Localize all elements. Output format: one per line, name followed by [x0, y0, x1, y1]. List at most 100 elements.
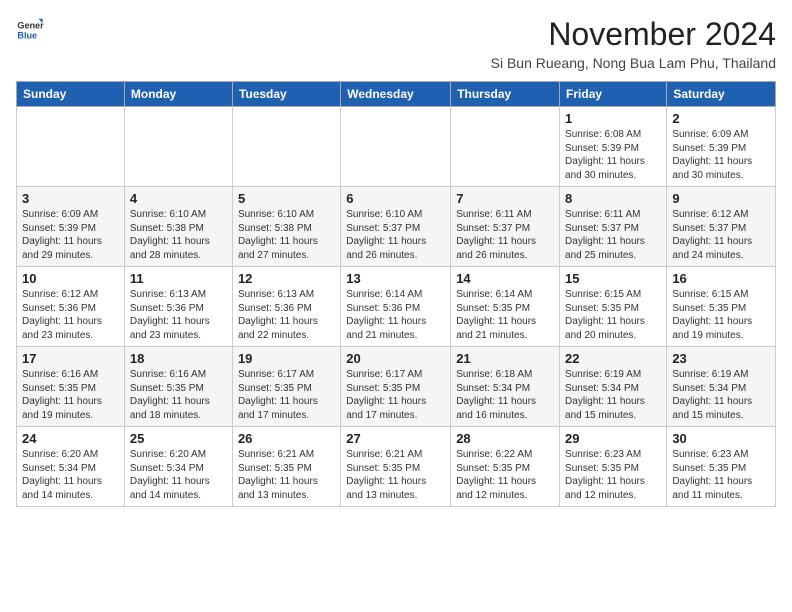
day-info: Sunrise: 6:16 AMSunset: 5:35 PMDaylight:… — [130, 368, 227, 422]
day-info: Sunrise: 6:11 AMSunset: 5:37 PMDaylight:… — [565, 208, 661, 262]
day-number: 1 — [565, 111, 661, 126]
calendar-day-cell: 8 Sunrise: 6:11 AMSunset: 5:37 PMDaylight… — [560, 187, 667, 267]
day-number: 6 — [346, 191, 445, 206]
calendar-day-cell: 4Sunrise: 6:10 AMSunset: 5:38 PMDaylight… — [124, 187, 232, 267]
calendar-day-cell — [124, 107, 232, 187]
day-info: Sunrise: 6:21 AMSunset: 5:35 PMDaylight:… — [238, 448, 335, 502]
calendar-day-cell: 6 Sunrise: 6:10 AMSunset: 5:37 PMDaylight… — [341, 187, 451, 267]
day-number: 27 — [346, 431, 445, 446]
calendar-week-row: 3 Sunrise: 6:09 AMSunset: 5:39 PMDaylight… — [17, 187, 776, 267]
day-info: Sunrise: 6:22 AMSunset: 5:35 PMDaylight:… — [456, 448, 554, 502]
day-of-week-header: Friday — [560, 82, 667, 107]
calendar-day-cell: 1 Sunrise: 6:08 AMSunset: 5:39 PMDaylight… — [560, 107, 667, 187]
calendar-day-cell: 20Sunrise: 6:17 AMSunset: 5:35 PMDayligh… — [341, 347, 451, 427]
calendar-day-cell: 23 Sunrise: 6:19 AMSunset: 5:34 PMDayligh… — [667, 347, 776, 427]
svg-text:General: General — [17, 21, 44, 31]
day-number: 30 — [672, 431, 770, 446]
day-info: Sunrise: 6:21 AMSunset: 5:35 PMDaylight:… — [346, 448, 445, 502]
calendar-day-cell: 19 Sunrise: 6:17 AMSunset: 5:35 PMDayligh… — [232, 347, 340, 427]
day-number: 21 — [456, 351, 554, 366]
calendar-header-row: SundayMondayTuesdayWednesdayThursdayFrid… — [17, 82, 776, 107]
calendar-day-cell: 13 Sunrise: 6:14 AMSunset: 5:36 PMDayligh… — [341, 267, 451, 347]
day-number: 12 — [238, 271, 335, 286]
calendar-day-cell: 22 Sunrise: 6:19 AMSunset: 5:34 PMDayligh… — [560, 347, 667, 427]
calendar-day-cell: 21 Sunrise: 6:18 AMSunset: 5:34 PMDayligh… — [451, 347, 560, 427]
calendar-week-row: 24 Sunrise: 6:20 AMSunset: 5:34 PMDayligh… — [17, 427, 776, 507]
day-number: 26 — [238, 431, 335, 446]
day-info: Sunrise: 6:12 AMSunset: 5:37 PMDaylight:… — [672, 208, 770, 262]
day-number: 10 — [22, 271, 119, 286]
calendar-day-cell — [341, 107, 451, 187]
day-info: Sunrise: 6:19 AMSunset: 5:34 PMDaylight:… — [565, 368, 661, 422]
day-number: 5 — [238, 191, 335, 206]
day-number: 16 — [672, 271, 770, 286]
calendar-week-row: 17 Sunrise: 6:16 AMSunset: 5:35 PMDayligh… — [17, 347, 776, 427]
day-info: Sunrise: 6:20 AMSunset: 5:34 PMDaylight:… — [22, 448, 119, 502]
calendar-day-cell: 12 Sunrise: 6:13 AMSunset: 5:36 PMDayligh… — [232, 267, 340, 347]
day-number: 25 — [130, 431, 227, 446]
day-number: 11 — [130, 271, 227, 286]
logo-icon: General Blue — [16, 16, 44, 44]
day-info: Sunrise: 6:23 AMSunset: 5:35 PMDaylight:… — [672, 448, 770, 502]
calendar-day-cell: 11 Sunrise: 6:13 AMSunset: 5:36 PMDayligh… — [124, 267, 232, 347]
day-info: Sunrise: 6:11 AMSunset: 5:37 PMDaylight:… — [456, 208, 554, 262]
day-info: Sunrise: 6:17 AMSunset: 5:35 PMDaylight:… — [238, 368, 335, 422]
svg-text:Blue: Blue — [17, 30, 37, 40]
day-info: Sunrise: 6:13 AMSunset: 5:36 PMDaylight:… — [238, 288, 335, 342]
title-block: November 2024 Si Bun Rueang, Nong Bua La… — [491, 16, 776, 71]
calendar-day-cell: 5 Sunrise: 6:10 AMSunset: 5:38 PMDaylight… — [232, 187, 340, 267]
day-number: 28 — [456, 431, 554, 446]
calendar-day-cell — [232, 107, 340, 187]
calendar-day-cell: 24 Sunrise: 6:20 AMSunset: 5:34 PMDayligh… — [17, 427, 125, 507]
day-number: 19 — [238, 351, 335, 366]
day-info: Sunrise: 6:14 AMSunset: 5:35 PMDaylight:… — [456, 288, 554, 342]
day-number: 23 — [672, 351, 770, 366]
calendar-day-cell: 18 Sunrise: 6:16 AMSunset: 5:35 PMDayligh… — [124, 347, 232, 427]
calendar-day-cell: 16 Sunrise: 6:15 AMSunset: 5:35 PMDayligh… — [667, 267, 776, 347]
day-of-week-header: Sunday — [17, 82, 125, 107]
day-info: Sunrise: 6:16 AMSunset: 5:35 PMDaylight:… — [22, 368, 119, 422]
day-info: Sunrise: 6:10 AMSunset: 5:38 PMDaylight:… — [238, 208, 335, 262]
day-info: Sunrise: 6:17 AMSunset: 5:35 PMDaylight:… — [346, 368, 445, 422]
day-info: Sunrise: 6:10 AMSunset: 5:38 PMDaylight:… — [130, 208, 227, 262]
day-info: Sunrise: 6:10 AMSunset: 5:37 PMDaylight:… — [346, 208, 445, 262]
day-number: 18 — [130, 351, 227, 366]
day-number: 17 — [22, 351, 119, 366]
calendar-day-cell: 2Sunrise: 6:09 AMSunset: 5:39 PMDaylight… — [667, 107, 776, 187]
day-info: Sunrise: 6:19 AMSunset: 5:34 PMDaylight:… — [672, 368, 770, 422]
day-number: 15 — [565, 271, 661, 286]
day-info: Sunrise: 6:15 AMSunset: 5:35 PMDaylight:… — [672, 288, 770, 342]
calendar-day-cell: 3 Sunrise: 6:09 AMSunset: 5:39 PMDaylight… — [17, 187, 125, 267]
day-number: 14 — [456, 271, 554, 286]
day-info: Sunrise: 6:20 AMSunset: 5:34 PMDaylight:… — [130, 448, 227, 502]
calendar-day-cell — [451, 107, 560, 187]
month-title: November 2024 — [491, 16, 776, 53]
day-info: Sunrise: 6:14 AMSunset: 5:36 PMDaylight:… — [346, 288, 445, 342]
calendar-day-cell: 17 Sunrise: 6:16 AMSunset: 5:35 PMDayligh… — [17, 347, 125, 427]
day-number: 3 — [22, 191, 119, 206]
day-number: 24 — [22, 431, 119, 446]
calendar-day-cell: 25 Sunrise: 6:20 AMSunset: 5:34 PMDayligh… — [124, 427, 232, 507]
location-subtitle: Si Bun Rueang, Nong Bua Lam Phu, Thailan… — [491, 55, 776, 71]
day-of-week-header: Wednesday — [341, 82, 451, 107]
logo: General Blue General Blue — [16, 16, 44, 44]
page-header: General Blue General Blue November 2024 … — [16, 16, 776, 71]
calendar-day-cell: 26 Sunrise: 6:21 AMSunset: 5:35 PMDayligh… — [232, 427, 340, 507]
day-info: Sunrise: 6:08 AMSunset: 5:39 PMDaylight:… — [565, 128, 661, 182]
day-number: 8 — [565, 191, 661, 206]
day-of-week-header: Monday — [124, 82, 232, 107]
day-of-week-header: Thursday — [451, 82, 560, 107]
day-info: Sunrise: 6:18 AMSunset: 5:34 PMDaylight:… — [456, 368, 554, 422]
day-info: Sunrise: 6:13 AMSunset: 5:36 PMDaylight:… — [130, 288, 227, 342]
calendar-day-cell: 29Sunrise: 6:23 AMSunset: 5:35 PMDayligh… — [560, 427, 667, 507]
day-number: 13 — [346, 271, 445, 286]
calendar-day-cell — [17, 107, 125, 187]
calendar-day-cell: 30 Sunrise: 6:23 AMSunset: 5:35 PMDayligh… — [667, 427, 776, 507]
day-number: 22 — [565, 351, 661, 366]
calendar-day-cell: 7Sunrise: 6:11 AMSunset: 5:37 PMDaylight… — [451, 187, 560, 267]
day-info: Sunrise: 6:09 AMSunset: 5:39 PMDaylight:… — [22, 208, 119, 262]
calendar-day-cell: 9Sunrise: 6:12 AMSunset: 5:37 PMDaylight… — [667, 187, 776, 267]
calendar-day-cell: 27 Sunrise: 6:21 AMSunset: 5:35 PMDayligh… — [341, 427, 451, 507]
calendar-day-cell: 15Sunrise: 6:15 AMSunset: 5:35 PMDayligh… — [560, 267, 667, 347]
day-info: Sunrise: 6:12 AMSunset: 5:36 PMDaylight:… — [22, 288, 119, 342]
